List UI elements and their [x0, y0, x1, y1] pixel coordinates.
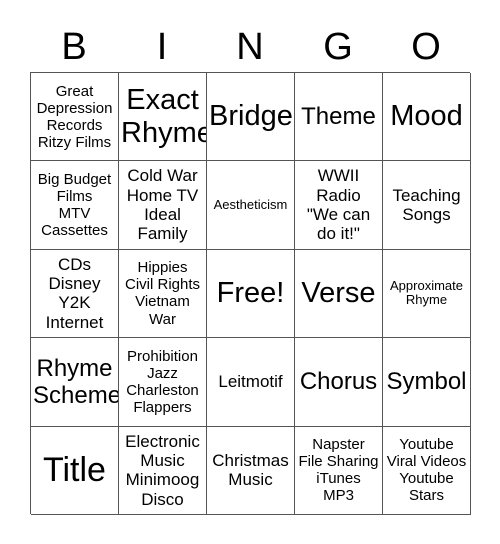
bingo-cell-text: Mood — [390, 100, 463, 133]
bingo-cell-text: Aestheticism — [213, 196, 288, 212]
bingo-cell-g1[interactable]: Theme — [295, 73, 383, 162]
bingo-cell-n5[interactable]: Christmas Music — [207, 426, 295, 515]
bingo-cell-o4[interactable]: Symbol — [383, 338, 471, 427]
bingo-cell-n2[interactable]: Aestheticism — [207, 161, 295, 250]
bingo-cell-i4[interactable]: Prohibition Jazz Charleston Flappers — [119, 338, 207, 427]
bingo-cell-text: Big Budget Films MTV Cassettes — [37, 170, 112, 240]
bingo-cell-text: Leitmotif — [218, 372, 283, 392]
header-letter-n: N — [236, 26, 264, 68]
bingo-cell-text: Cold War Home TV Ideal Family — [126, 166, 199, 244]
bingo-cell-text: Free! — [216, 276, 285, 309]
bingo-cell-text: CDs Disney Y2K Internet — [45, 254, 104, 332]
bingo-cell-text: Youtube Viral Videos Youtube Stars — [386, 436, 467, 505]
bingo-cell-text: Napster File Sharing iTunes MP3 — [298, 436, 379, 505]
bingo-cell-g5[interactable]: Napster File Sharing iTunes MP3 — [295, 426, 383, 515]
bingo-cell-text: Symbol — [386, 368, 467, 396]
bingo-cell-b3[interactable]: CDs Disney Y2K Internet — [31, 249, 119, 339]
bingo-cell-text: Hippies Civil Rights Vietnam War — [124, 259, 200, 328]
bingo-cell-text: Bridge — [209, 100, 293, 133]
bingo-cell-b2[interactable]: Big Budget Films MTV Cassettes — [31, 161, 119, 250]
bingo-header: B I N G O — [30, 22, 470, 72]
bingo-cell-i2[interactable]: Cold War Home TV Ideal Family — [119, 161, 207, 250]
bingo-cell-n1[interactable]: Bridge — [207, 73, 295, 162]
bingo-cell-text: WWII Radio "We can do it!" — [306, 166, 371, 244]
header-letter-g: G — [323, 26, 353, 68]
bingo-cell-b5[interactable]: Title — [31, 426, 119, 515]
bingo-cell-n4[interactable]: Leitmotif — [207, 338, 295, 427]
bingo-cell-o2[interactable]: Teaching Songs — [383, 161, 471, 250]
bingo-card: B I N G O Great Depression Records Ritzy… — [0, 0, 500, 544]
bingo-cell-o3[interactable]: Approximate Rhyme — [383, 249, 471, 339]
bingo-cell-text: Theme — [301, 103, 376, 131]
bingo-cell-text: Exact Rhyme — [121, 83, 207, 149]
bingo-grid: Great Depression Records Ritzy Films Exa… — [30, 72, 471, 515]
bingo-cell-text: Christmas Music — [212, 450, 289, 490]
bingo-cell-g2[interactable]: WWII Radio "We can do it!" — [295, 161, 383, 250]
bingo-cell-text: Great Depression Records Ritzy Films — [36, 82, 113, 151]
bingo-cell-g3[interactable]: Verse — [295, 249, 383, 339]
header-letter-i: I — [156, 26, 168, 68]
header-letter-b: B — [61, 26, 87, 68]
bingo-cell-o5[interactable]: Youtube Viral Videos Youtube Stars — [383, 426, 471, 515]
header-letter-o: O — [411, 26, 441, 68]
bingo-cell-g4[interactable]: Chorus — [295, 338, 383, 427]
bingo-cell-text: Title — [43, 450, 106, 489]
bingo-cell-b4[interactable]: Rhyme Scheme — [31, 338, 119, 427]
bingo-cell-i3[interactable]: Hippies Civil Rights Vietnam War — [119, 249, 207, 339]
bingo-cell-text: Approximate Rhyme — [390, 277, 463, 308]
bingo-cell-b1[interactable]: Great Depression Records Ritzy Films — [31, 73, 119, 162]
bingo-cell-text: Verse — [301, 276, 376, 309]
bingo-cell-o1[interactable]: Mood — [383, 73, 471, 162]
bingo-cell-free-space[interactable]: Free! — [207, 249, 295, 339]
bingo-cell-text: Prohibition Jazz Charleston Flappers — [126, 347, 199, 416]
bingo-cell-i5[interactable]: Electronic Music Minimoog Disco — [119, 426, 207, 515]
bingo-cell-text: Chorus — [299, 368, 378, 396]
bingo-cell-i1[interactable]: Exact Rhyme — [119, 73, 207, 162]
bingo-cell-text: Teaching Songs — [392, 185, 461, 225]
bingo-cell-text: Rhyme Scheme — [33, 354, 119, 409]
bingo-cell-text: Electronic Music Minimoog Disco — [125, 431, 200, 509]
